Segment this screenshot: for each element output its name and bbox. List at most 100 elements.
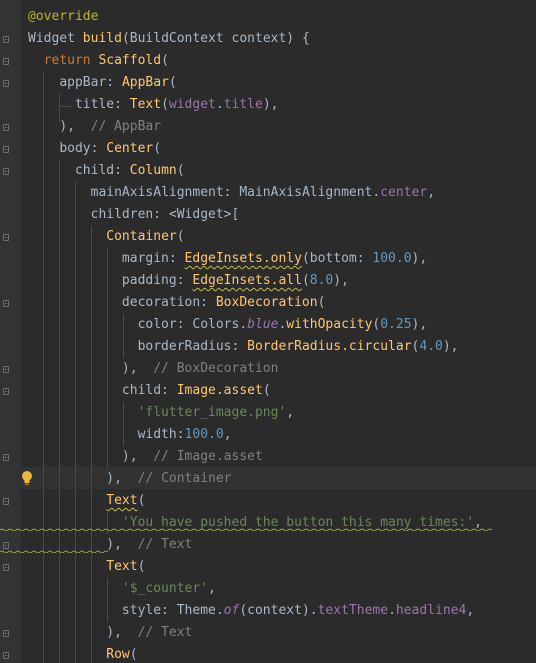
code-line[interactable]: title: Text(widget.title), bbox=[28, 94, 279, 116]
code-line[interactable]: Text( bbox=[28, 490, 145, 512]
code-line[interactable]: body: Center( bbox=[28, 138, 161, 160]
code-line[interactable]: mainAxisAlignment: MainAxisAlignment.cen… bbox=[28, 182, 435, 204]
code-token: ), bbox=[442, 339, 459, 354]
code-token: appBar: bbox=[59, 75, 122, 90]
code-line[interactable]: decoration: BoxDecoration( bbox=[28, 292, 326, 314]
code-line[interactable]: Text( bbox=[28, 556, 145, 578]
code-line[interactable]: ), // AppBar bbox=[28, 116, 161, 138]
code-token: Text bbox=[106, 559, 138, 574]
code-token: // Text bbox=[137, 537, 193, 552]
code-line[interactable]: Container( bbox=[28, 226, 185, 248]
code-token: ( bbox=[317, 295, 326, 310]
fold-marker[interactable] bbox=[3, 454, 9, 461]
code-token: textTheme bbox=[317, 603, 389, 618]
code-line[interactable]: child: Image.asset( bbox=[28, 380, 271, 402]
fold-marker[interactable] bbox=[3, 564, 9, 571]
code-token: ), bbox=[411, 317, 428, 332]
code-token: ( bbox=[176, 229, 185, 244]
code-token: ), bbox=[262, 97, 279, 112]
fold-marker[interactable] bbox=[3, 542, 9, 549]
code-line[interactable]: color: Colors.blue.withOpacity(0.25), bbox=[28, 314, 428, 336]
code-token: headline4 bbox=[395, 603, 467, 618]
code-token: ( bbox=[153, 141, 162, 156]
code-token: child: bbox=[121, 383, 177, 398]
code-line[interactable]: ), // Text bbox=[28, 534, 192, 556]
code-line[interactable]: Row( bbox=[28, 644, 138, 663]
code-token: width: bbox=[137, 427, 185, 442]
code-token: (bottom: bbox=[301, 251, 373, 266]
code-line[interactable]: borderRadius: BorderRadius.circular(4.0)… bbox=[28, 336, 459, 358]
code-line[interactable]: appBar: AppBar( bbox=[28, 72, 177, 94]
code-token: // Text bbox=[137, 625, 193, 640]
fold-marker[interactable] bbox=[3, 80, 9, 87]
code-line[interactable]: width:100.0, bbox=[28, 424, 232, 446]
code-line[interactable]: return Scaffold( bbox=[28, 50, 169, 72]
code-token: ), bbox=[121, 449, 154, 464]
code-line[interactable]: ), // BoxDecoration bbox=[28, 358, 279, 380]
code-line[interactable]: padding: EdgeInsets.all(8.0), bbox=[28, 270, 349, 292]
code-token: . bbox=[215, 97, 224, 112]
code-token: ( bbox=[262, 383, 271, 398]
fold-marker[interactable] bbox=[3, 300, 9, 307]
code-token: of bbox=[223, 603, 240, 618]
fold-marker[interactable] bbox=[3, 388, 9, 395]
code-line[interactable]: 'You have pushed the button this many ti… bbox=[28, 512, 482, 534]
code-line[interactable]: '$_counter', bbox=[28, 578, 216, 600]
code-token: blue bbox=[247, 317, 279, 332]
fold-marker[interactable] bbox=[3, 366, 9, 373]
code-token: BoxDecoration bbox=[215, 295, 318, 310]
code-token: ), bbox=[121, 361, 154, 376]
code-token: ( bbox=[168, 75, 177, 90]
code-line[interactable]: ), // Image.asset bbox=[28, 446, 263, 468]
fold-marker[interactable] bbox=[3, 630, 9, 637]
fold-marker[interactable] bbox=[3, 58, 9, 65]
fold-marker[interactable] bbox=[3, 146, 9, 153]
code-line[interactable]: ), // Text bbox=[28, 622, 192, 644]
code-token: Text bbox=[129, 97, 162, 112]
fold-marker[interactable] bbox=[3, 168, 9, 175]
code-line[interactable]: children: <Widget>[ bbox=[28, 204, 240, 226]
code-token: BorderRadius.circular bbox=[247, 339, 412, 354]
code-line[interactable]: @override bbox=[28, 6, 98, 28]
gutter-separator bbox=[20, 0, 21, 663]
code-line[interactable]: Widget build(BuildContext context) { bbox=[28, 28, 310, 50]
code-token: Column bbox=[129, 163, 177, 178]
code-token: 'flutter_image.png' bbox=[137, 405, 287, 420]
fold-marker[interactable] bbox=[3, 36, 9, 43]
code-line[interactable]: ), // Container bbox=[28, 468, 232, 490]
code-token: ( bbox=[129, 647, 138, 662]
fold-marker[interactable] bbox=[3, 124, 9, 131]
code-token: ), bbox=[333, 273, 349, 288]
code-token: margin: bbox=[121, 251, 185, 266]
code-token: , bbox=[223, 427, 232, 442]
code-line[interactable]: style: Theme.of(context).textTheme.headl… bbox=[28, 600, 474, 622]
code-token: Image.asset bbox=[176, 383, 263, 398]
code-line[interactable]: margin: EdgeInsets.only(bottom: 100.0), bbox=[28, 248, 427, 270]
fold-marker[interactable] bbox=[3, 234, 9, 241]
code-token: ( bbox=[161, 97, 169, 112]
code-editor[interactable]: @override Widget build(BuildContext conte… bbox=[0, 0, 536, 663]
code-token: 8.0 bbox=[309, 273, 334, 288]
fold-marker[interactable] bbox=[3, 652, 9, 659]
code-line[interactable]: child: Column( bbox=[28, 160, 185, 182]
code-token: // Container bbox=[137, 471, 232, 486]
code-line[interactable]: 'flutter_image.png', bbox=[28, 402, 295, 424]
code-token: ), bbox=[411, 251, 428, 266]
code-token: Widget bbox=[28, 31, 83, 46]
fold-marker[interactable] bbox=[3, 498, 9, 505]
code-token: Center bbox=[106, 141, 154, 156]
